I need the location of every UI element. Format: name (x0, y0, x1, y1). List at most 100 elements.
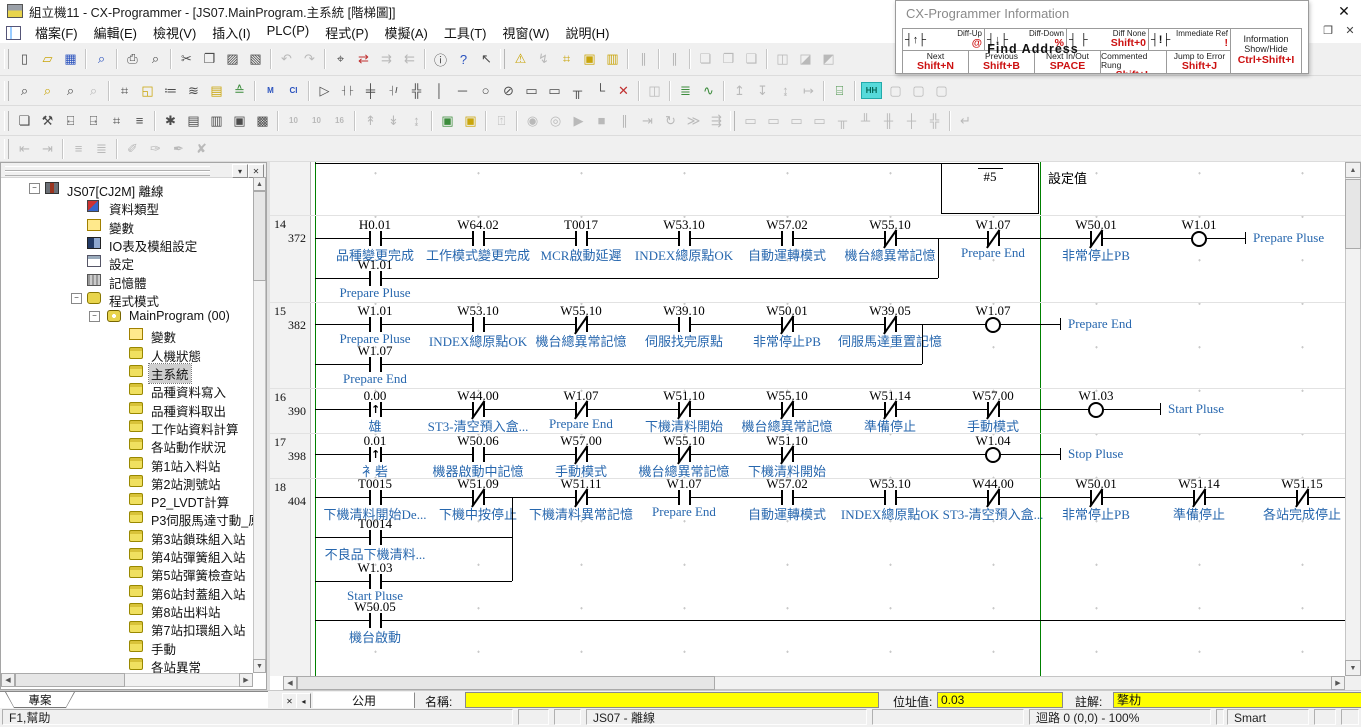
stop-icon[interactable]: ■ (590, 110, 613, 131)
ci-view-icon[interactable]: CI (282, 80, 305, 101)
rung-align-up-icon[interactable]: ≡ (67, 138, 90, 159)
contact-no-icon[interactable]: ┤├ (336, 80, 359, 101)
tree-scroll-down-icon[interactable]: ▼ (253, 659, 266, 673)
contact-no[interactable] (678, 231, 691, 246)
tree-item-15[interactable]: 第1站入料站 (1, 454, 251, 472)
contact-no[interactable] (575, 231, 588, 246)
tree-item-7[interactable]: −MainProgram (00) (1, 307, 251, 325)
indent-right-icon[interactable]: ⇥ (36, 138, 59, 159)
watch-a-icon[interactable]: ▭ (739, 110, 762, 131)
contact-nc[interactable] (884, 231, 897, 246)
symbol-table-icon[interactable]: ▤ (205, 80, 228, 101)
tree-item-26[interactable]: 各站異常 (1, 655, 251, 673)
menu-item-9[interactable]: 視窗(W) (495, 23, 558, 42)
contact-nc[interactable] (987, 490, 1000, 505)
menu-item-4[interactable]: 插入(I) (204, 23, 258, 42)
diff-monitor-c-icon[interactable]: ╫ (877, 110, 900, 131)
menu-item-7[interactable]: 模擬(A) (377, 23, 436, 42)
tree-item-10[interactable]: 主系統 (1, 362, 251, 380)
zoom-custom-icon[interactable]: ⌕ (36, 80, 59, 101)
format-dec-icon[interactable]: 10 (282, 110, 305, 131)
go-back-icon[interactable]: ↵ (954, 110, 977, 131)
contact-nc[interactable] (1193, 490, 1206, 505)
watch-4-icon[interactable]: ▢ (930, 80, 953, 101)
step-over-icon[interactable]: ≫ (682, 110, 705, 131)
tree-expander-icon[interactable]: − (29, 183, 40, 194)
tree-vscroll-thumb[interactable] (253, 191, 266, 281)
upload-icon[interactable]: ↟ (359, 110, 382, 131)
io-comment-icon[interactable]: ≋ (182, 80, 205, 101)
vertical-line-icon[interactable]: │ (428, 80, 451, 101)
instruction-box-icon[interactable]: ▭ (520, 80, 543, 101)
contact-nc[interactable] (472, 402, 485, 417)
program-view-icon[interactable]: ▤ (182, 110, 205, 131)
toolbar-handle[interactable] (4, 139, 9, 159)
workspace-close-icon[interactable]: ✕ (248, 164, 264, 178)
ladder-hscroll-thumb[interactable] (297, 676, 715, 690)
section-view-icon[interactable]: ▥ (205, 110, 228, 131)
contact-no[interactable] (884, 490, 897, 505)
line-connect-icon[interactable]: └ (589, 80, 612, 101)
save-project-icon[interactable]: ▦ (59, 49, 82, 70)
contact-no[interactable] (369, 490, 382, 505)
monitor-hh-icon[interactable]: HH (861, 82, 882, 99)
tree-item-6[interactable]: −程式模式 (1, 289, 251, 307)
ladder-vscroll-thumb[interactable] (1345, 179, 1361, 249)
force-clear-icon[interactable]: ✘ (190, 138, 213, 159)
time-chart-icon[interactable]: ∿ (697, 80, 720, 101)
rung-list-icon[interactable]: ≔ (159, 80, 182, 101)
contact-no[interactable] (369, 317, 382, 332)
contact-nc[interactable] (884, 402, 897, 417)
force-on-icon[interactable]: ↥ (728, 80, 751, 101)
cut-icon[interactable]: ✂ (175, 49, 198, 70)
output-coil[interactable] (985, 447, 1001, 463)
properties-icon[interactable]: ≡ (128, 110, 151, 131)
force-cancel-icon[interactable]: ↨ (774, 80, 797, 101)
contact-nc[interactable] (884, 317, 897, 332)
contact-no[interactable] (369, 357, 382, 372)
toolbar-handle[interactable] (4, 81, 9, 101)
instruction-box[interactable]: #5 (941, 163, 1039, 214)
work-online-icon[interactable]: ▣ (436, 110, 459, 131)
instruction-box-2-icon[interactable]: ▭ (543, 80, 566, 101)
contact-no[interactable] (369, 613, 382, 628)
format-sdec-icon[interactable]: 10 (305, 110, 328, 131)
force-off-icon[interactable]: ↧ (751, 80, 774, 101)
rung-wrap-icon[interactable]: ⌸ (828, 80, 851, 101)
force-reset-icon[interactable]: ✑ (144, 138, 167, 159)
menu-item-10[interactable]: 說明(H) (557, 23, 617, 42)
contact-nc-or-icon[interactable]: ╬ (405, 80, 428, 101)
context-help-icon[interactable]: ↖ (475, 49, 498, 70)
watch-3-icon[interactable]: ▢ (907, 80, 930, 101)
copy-icon[interactable]: ❐ (198, 49, 221, 70)
tree-hscroll-thumb[interactable] (15, 673, 125, 687)
contact-nc[interactable] (678, 447, 691, 462)
ladder-scroll-down-icon[interactable]: ▼ (1345, 660, 1361, 676)
contact-nc[interactable] (781, 402, 794, 417)
contact-up[interactable] (369, 447, 382, 462)
chevron-down-icon[interactable]: ▾ (232, 164, 248, 178)
open-project-icon[interactable]: ▱ (36, 49, 59, 70)
transfer-program-icon[interactable]: ⍐ (490, 110, 513, 131)
force-set-icon[interactable]: ✐ (121, 138, 144, 159)
mnemonic-view-icon[interactable]: M (259, 80, 282, 101)
tree-scroll-left-icon[interactable]: ◀ (1, 673, 15, 687)
output-coil[interactable] (985, 317, 1001, 333)
paste-special-icon[interactable]: ▧ (244, 49, 267, 70)
contact-no[interactable] (678, 317, 691, 332)
pause-all-icon[interactable]: ∥ (663, 49, 686, 70)
window-tile-icon[interactable]: ❐ (717, 49, 740, 70)
tree-item-25[interactable]: 手動 (1, 637, 251, 655)
set-new-value-icon[interactable]: ↦ (797, 80, 820, 101)
delete-line-icon[interactable]: ✕ (612, 80, 635, 101)
tree-expander-icon[interactable]: − (89, 311, 100, 322)
contact-no[interactable] (472, 317, 485, 332)
diff-monitor-b-icon[interactable]: ╨ (854, 110, 877, 131)
window-prop-icon[interactable]: ⌗ (105, 110, 128, 131)
bar-back-icon[interactable]: ◂ (296, 693, 311, 709)
diff-monitor-a-icon[interactable]: ╥ (831, 110, 854, 131)
contact-nc[interactable] (1090, 231, 1103, 246)
run-to-cursor-icon[interactable]: ⇶ (705, 110, 728, 131)
ladder-scroll-left-icon[interactable]: ◀ (283, 676, 297, 690)
find-icon[interactable]: ⌖ (329, 49, 352, 70)
